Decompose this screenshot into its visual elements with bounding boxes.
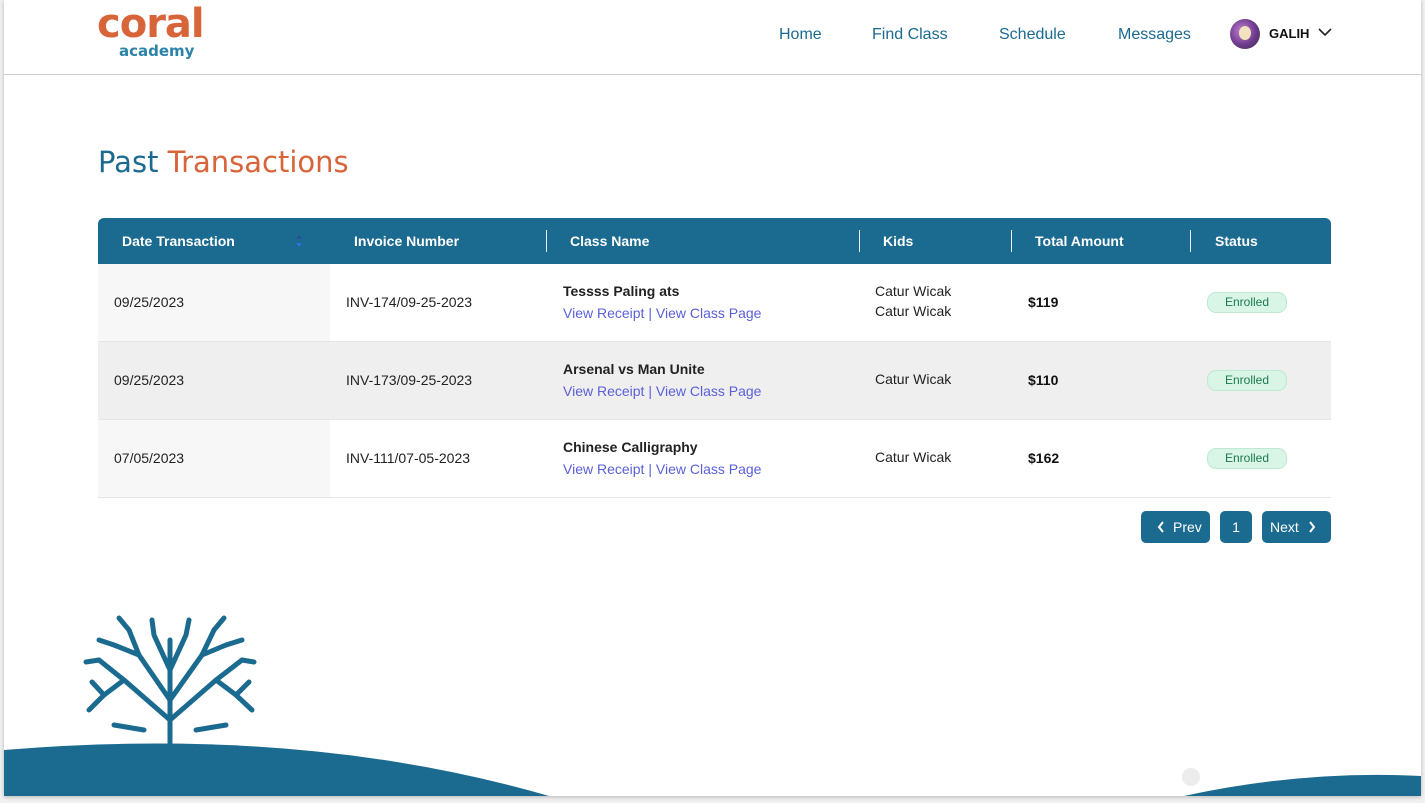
status-badge: Enrolled (1207, 448, 1287, 469)
column-header-class: Class Name (570, 233, 650, 249)
prev-label: Prev (1173, 519, 1202, 535)
total-amount: $119 (1028, 294, 1059, 310)
view-receipt-link[interactable]: View Receipt (563, 461, 644, 477)
footer-wave-decoration (4, 610, 1421, 796)
row-links: View Receipt | View Class Page (563, 381, 761, 401)
column-header-kids: Kids (883, 233, 914, 249)
nav-find-class[interactable]: Find Class (872, 25, 948, 45)
page-1-button[interactable]: 1 (1220, 511, 1252, 543)
view-receipt-link[interactable]: View Receipt (563, 305, 644, 321)
table-header: Date Transaction Invoice Number Class Na… (98, 218, 1331, 264)
view-class-page-link[interactable]: View Class Page (656, 305, 762, 321)
logo-sub-text: academy (119, 42, 195, 60)
status-badge: Enrolled (1207, 292, 1287, 313)
column-header-amount: Total Amount (1035, 233, 1124, 249)
nav-schedule[interactable]: Schedule (999, 25, 1066, 45)
status-badge: Enrolled (1207, 370, 1287, 391)
view-class-page-link[interactable]: View Class Page (656, 461, 762, 477)
class-name: Arsenal vs Man Unite (563, 361, 705, 377)
total-amount: $110 (1028, 372, 1059, 388)
link-separator: | (648, 383, 652, 399)
link-separator: | (648, 305, 652, 321)
table-row: 07/05/2023 INV-111/07-05-2023 Chinese Ca… (98, 420, 1331, 498)
avatar[interactable] (1230, 19, 1260, 49)
invoice-number: INV-174/09-25-2023 (346, 294, 473, 310)
next-button[interactable]: Next (1262, 511, 1331, 543)
kid-name: Catur Wicak (875, 449, 952, 465)
link-separator: | (648, 461, 652, 477)
kid-name: Catur Wicak (875, 303, 952, 319)
column-header-invoice: Invoice Number (354, 233, 460, 249)
page-title: Past Transactions (98, 144, 349, 180)
kids-list: Catur Wicak (875, 447, 951, 467)
header-divider (859, 230, 860, 252)
row-links: View Receipt | View Class Page (563, 303, 761, 323)
table-row: 09/25/2023 INV-174/09-25-2023 Tessss Pal… (98, 264, 1331, 342)
nav-messages[interactable]: Messages (1118, 25, 1191, 45)
page-title-part2: Transactions (167, 145, 349, 179)
row-links: View Receipt | View Class Page (563, 459, 761, 479)
sort-arrows-icon[interactable] (295, 234, 303, 248)
column-header-status: Status (1215, 233, 1258, 249)
chevron-left-icon (1157, 521, 1164, 533)
header-divider (1011, 230, 1012, 252)
kids-list: Catur Wicak Catur Wicak (875, 281, 951, 321)
column-header-date[interactable]: Date Transaction (122, 218, 235, 264)
top-header: coral academy Home Find Class Schedule M… (4, 0, 1421, 75)
invoice-number: INV-111/07-05-2023 (346, 450, 471, 466)
header-divider (546, 230, 547, 252)
invoice-number: INV-173/09-25-2023 (346, 372, 473, 388)
kids-list: Catur Wicak (875, 369, 951, 389)
page-number: 1 (1232, 519, 1240, 535)
total-amount: $162 (1028, 450, 1060, 466)
chevron-down-icon[interactable] (1318, 27, 1332, 37)
header-divider (1190, 230, 1191, 252)
transaction-date: 09/25/2023 (114, 294, 185, 310)
nav-home[interactable]: Home (779, 25, 822, 45)
page-title-part1: Past (98, 145, 159, 179)
transaction-date: 09/25/2023 (114, 372, 185, 388)
user-name[interactable]: GALIH (1269, 26, 1309, 42)
kid-name: Catur Wicak (875, 371, 952, 387)
class-name: Tessss Paling ats (563, 283, 680, 299)
next-label: Next (1270, 519, 1299, 535)
chevron-right-icon (1309, 521, 1316, 533)
view-receipt-link[interactable]: View Receipt (563, 383, 644, 399)
table-row: 09/25/2023 INV-173/09-25-2023 Arsenal vs… (98, 342, 1331, 420)
app-frame: coral academy Home Find Class Schedule M… (4, 0, 1421, 796)
kid-name: Catur Wicak (875, 283, 952, 299)
transactions-table: Date Transaction Invoice Number Class Na… (98, 218, 1331, 498)
transaction-date: 07/05/2023 (114, 450, 185, 466)
coral-academy-logo[interactable]: coral academy (97, 2, 205, 66)
prev-button[interactable]: Prev (1141, 511, 1210, 543)
class-name: Chinese Calligraphy (563, 439, 698, 455)
view-class-page-link[interactable]: View Class Page (656, 383, 762, 399)
logo-main-text: coral (97, 1, 205, 47)
